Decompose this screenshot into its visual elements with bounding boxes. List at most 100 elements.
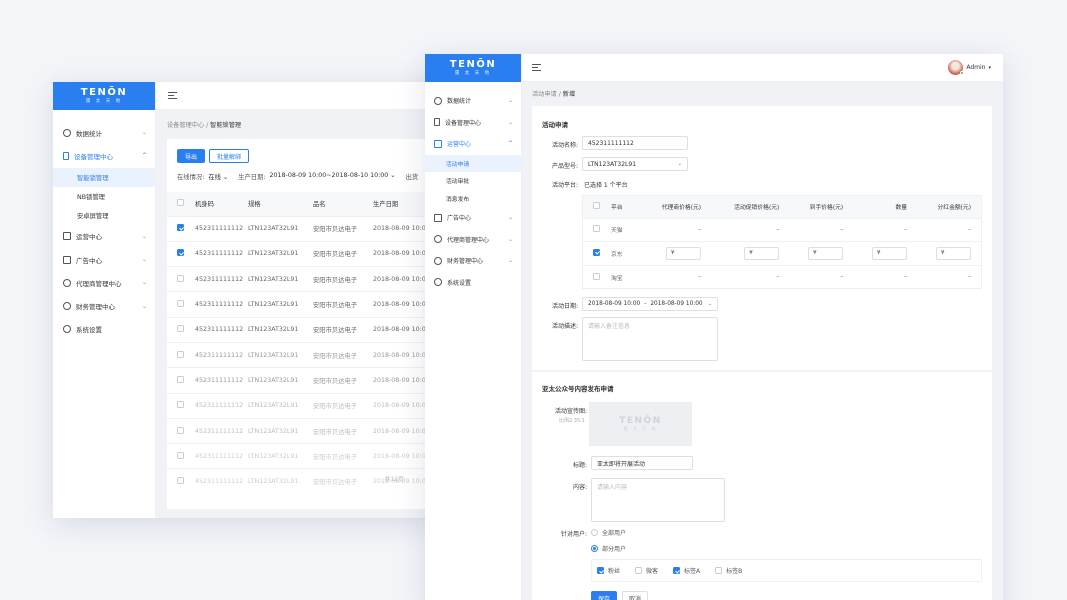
sidebar-item-operation[interactable]: 运营中心 ⌃ [425, 133, 521, 155]
platform-selected-count: 已选择 1 个平台 [584, 182, 628, 189]
title-input[interactable]: 亚太即将开展活动 [591, 456, 693, 470]
content-textarea[interactable]: 请输入内容 [591, 478, 725, 522]
sidebar-item-finance[interactable]: 财务管理中心 ⌄ [53, 294, 155, 317]
image-label: 活动宣传图: [554, 408, 587, 415]
table-row[interactable]: 452311111112 LTN123AT32L91 安阳市贝达电子 2018-08-… [167, 341, 453, 368]
row-checkbox[interactable] [177, 426, 184, 434]
sidebar-item-agent[interactable]: 代理商管理中心 ⌄ [53, 271, 155, 294]
sidebar-item-settings[interactable]: 系统设置 [425, 272, 521, 294]
table-row[interactable]: 天猫 – – – – – [583, 217, 981, 242]
checkbox [673, 567, 681, 574]
cell-spec: LTN123AT32L91 [248, 215, 313, 242]
price-input[interactable]: ¥ [872, 246, 908, 260]
row-checkbox[interactable] [177, 401, 184, 409]
table-row[interactable]: 452311111112 LTN123AT32L91 安阳市贝达电子 2018-08-… [167, 443, 453, 469]
submenu-activity-approve[interactable]: 活动审批 [425, 172, 521, 190]
sidebar-item-device-center[interactable]: 设备管理中心 ⌃ [53, 144, 155, 167]
cell-id: 452311111112 [195, 215, 248, 242]
online-filter-select[interactable]: 在线 ⌄ [208, 172, 228, 181]
table-row[interactable]: 452311111112 LTN123AT32L91 安阳市贝达电子 2018-08-… [167, 417, 453, 444]
submenu-smart-lock[interactable]: 智能锁管理 [53, 167, 155, 187]
breadcrumb-parent[interactable]: 活动申请 [532, 91, 557, 98]
table-row[interactable]: 452311111112 LTN123AT32L91 安阳市贝达电子 2018-08-… [167, 266, 453, 292]
price-input[interactable]: ¥ [744, 246, 780, 260]
sidebar-item-agent[interactable]: 代理商管理中心 ⌄ [425, 229, 521, 251]
cell-platform: 天猫 [611, 217, 641, 242]
tag-weike[interactable]: 微客 [635, 566, 658, 575]
submenu-activity-apply[interactable]: 活动申请 [425, 154, 521, 172]
row-checkbox[interactable] [177, 375, 184, 383]
table-row[interactable]: 452311111112 LTN123AT32L91 安阳市贝达电子 2018-08-… [167, 215, 453, 242]
menu-toggle-icon[interactable] [168, 92, 177, 99]
placeholder-logo: TENŌN [619, 416, 662, 426]
sidebar-item-stats[interactable]: 数据统计 ⌄ [425, 90, 521, 112]
tag-fans[interactable]: 粉丝 [597, 566, 620, 575]
table-row[interactable]: 淘宝 – – – – – [583, 264, 981, 289]
tag-a[interactable]: 标签A [673, 566, 700, 575]
price-input[interactable]: ¥ [808, 246, 844, 260]
table-row[interactable]: 452311111112 LTN123AT32L91 安阳市贝达电子 2018-08-… [167, 367, 453, 394]
breadcrumb-parent[interactable]: 设备管理中心 [167, 122, 204, 129]
chevron-down-icon: ⌄ [141, 232, 148, 240]
select-all-checkbox[interactable] [177, 199, 184, 207]
sidebar-item-settings[interactable]: 系统设置 [53, 318, 155, 341]
batch-unbind-button[interactable]: 批量解绑 [209, 149, 250, 163]
activity-date-range[interactable]: 2018-08-09 10:00 - 2018-08-09 10:00 ⌄ [582, 297, 718, 311]
export-button[interactable]: 导出 [177, 149, 206, 163]
submenu-android-screen[interactable]: 安卓屏管理 [53, 206, 155, 225]
sidebar-item-device-center[interactable]: 设备管理中心 ⌄ [425, 112, 521, 134]
table-row[interactable]: 452311111112 LTN123AT32L91 安阳市贝达电子 2018-08-… [167, 316, 453, 343]
tag-b[interactable]: 标签B [715, 566, 742, 575]
row-checkbox[interactable] [593, 272, 600, 280]
sidebar-item-operation[interactable]: 运营中心 ⌄ [53, 225, 155, 248]
sidebar-item-ads[interactable]: 广告中心 ⌄ [425, 207, 521, 229]
radio-icon [591, 529, 598, 536]
sidebar-item-finance[interactable]: 财务管理中心 ⌄ [425, 250, 521, 272]
breadcrumb-current: 新增 [562, 91, 576, 98]
table-row[interactable]: 452311111112 LTN123AT32L91 安阳市贝达电子 2018-08-… [167, 468, 453, 495]
table-row[interactable]: 452311111112 LTN123AT32L91 安阳市贝达电子 2018-08-… [167, 392, 453, 419]
user-menu[interactable]: Admin ▾ [948, 60, 991, 75]
save-button[interactable]: 保存 [591, 591, 618, 600]
price-input[interactable]: ¥ [666, 246, 702, 260]
radio-all-users[interactable]: 全部用户 [591, 528, 626, 537]
finance-icon [434, 256, 442, 265]
row-checkbox[interactable] [593, 225, 600, 233]
row-checkbox[interactable] [177, 249, 184, 257]
row-checkbox[interactable] [177, 325, 184, 333]
product-model-select[interactable]: LTN123AT32L91 ⌄ [582, 157, 688, 171]
select-all-checkbox[interactable] [593, 202, 600, 210]
table-row[interactable]: 京东 ¥ ¥ ¥ ¥ ¥ [583, 241, 981, 265]
date-filter-input[interactable]: 2018-08-09 10:00~2018-08-10 10:00 ⌄ [270, 172, 396, 181]
logo-subtext: 雷 太 天 地 [454, 71, 492, 76]
submenu-nb-lock[interactable]: NB锁管理 [53, 187, 155, 206]
cell-name: 安阳市贝达电子 [313, 468, 373, 495]
activity-desc-textarea[interactable]: 请输入备注信息 [582, 317, 718, 361]
cancel-button[interactable]: 取消 [622, 591, 649, 600]
sidebar-item-stats[interactable]: 数据统计 ⌄ [53, 121, 155, 144]
submenu-message-publish[interactable]: 消息发布 [425, 190, 521, 208]
checkbox [715, 567, 723, 574]
cell-empty: – [789, 217, 854, 242]
row-checkbox[interactable] [177, 274, 184, 282]
table-row[interactable]: 452311111112 LTN123AT32L91 安阳市贝达电子 2018-08-… [167, 240, 453, 267]
row-checkbox[interactable] [177, 300, 184, 308]
logo-text: TENŌN [80, 87, 128, 98]
price-input[interactable]: ¥ [936, 246, 971, 260]
menu-toggle-icon[interactable] [532, 64, 541, 71]
row-checkbox[interactable] [177, 224, 184, 232]
col-header: 平台 [611, 205, 623, 212]
row-checkbox[interactable] [177, 477, 184, 485]
activity-name-input[interactable]: 452311111112 [582, 136, 688, 150]
radio-partial-users[interactable]: 部分用户 [591, 544, 626, 553]
table-row[interactable]: 452311111112 LTN123AT32L91 安阳市贝达电子 2018-08-… [167, 291, 453, 318]
sidebar-item-ads[interactable]: 广告中心 ⌄ [53, 248, 155, 271]
row-checkbox[interactable] [177, 350, 184, 358]
dashboard-icon [63, 128, 71, 137]
date-end: 2018-08-09 10:00 [650, 301, 703, 307]
row-checkbox[interactable] [593, 248, 600, 256]
row-checkbox[interactable] [177, 451, 184, 459]
image-upload[interactable]: TENŌN 雷 太 天 地 [589, 402, 692, 446]
cell-id: 452311111112 [195, 417, 248, 444]
settings-icon [434, 278, 442, 287]
